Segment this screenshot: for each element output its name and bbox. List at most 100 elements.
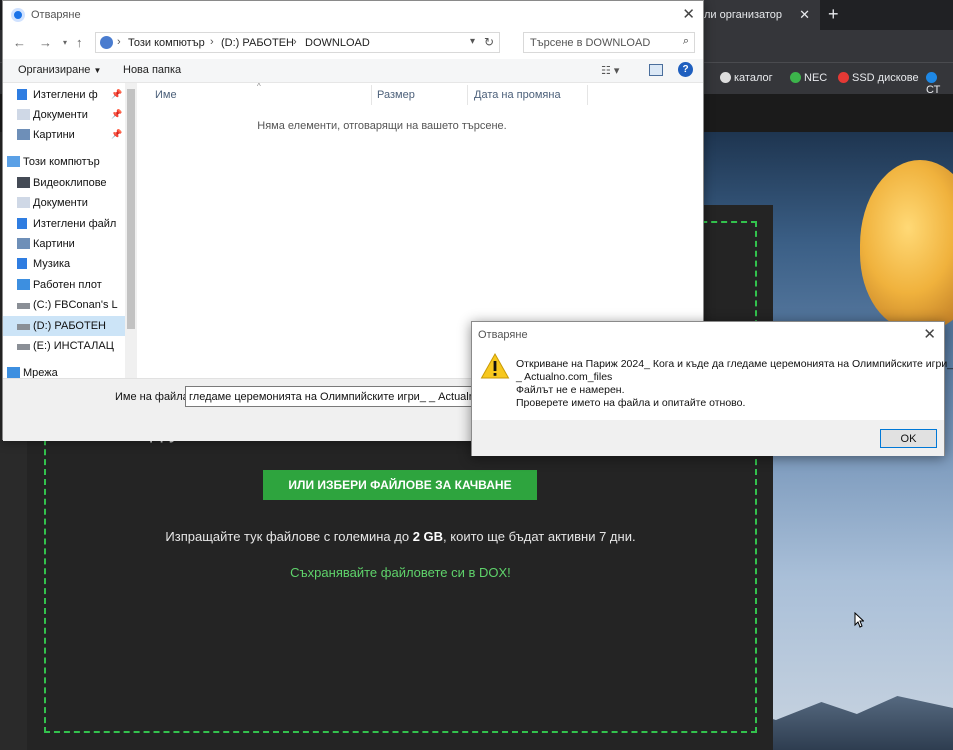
download-icon xyxy=(17,89,27,100)
computer-icon xyxy=(7,156,20,167)
document-icon xyxy=(17,109,30,120)
nav-item-label: (C:) FBConan's L xyxy=(33,299,118,311)
drive-icon xyxy=(17,324,30,330)
nav-item[interactable]: Музика xyxy=(3,254,125,274)
globe-icon xyxy=(720,72,731,83)
back-arrow-icon[interactable]: ← xyxy=(13,35,26,50)
bookmark-ssd[interactable]: SSD дискове xyxy=(838,72,919,84)
nav-item-label: (D:) РАБОТЕН xyxy=(33,320,106,332)
error-dialog-title: Отваряне xyxy=(478,329,528,341)
column-date-modified[interactable]: Дата на промяна xyxy=(474,89,561,101)
command-bar: Организиране ▼ Нова папка ☷ ▾ ? xyxy=(3,59,703,83)
address-bar[interactable]: › Този компютър › (D:) РАБОТЕН › DOWNLOA… xyxy=(95,32,500,53)
chevron-right-icon: › xyxy=(210,36,214,48)
breadcrumb-this-pc[interactable]: Този компютър xyxy=(128,37,205,49)
bookmark-icon xyxy=(926,72,937,83)
mouse-cursor-icon xyxy=(854,612,864,628)
error-dialog-footer: OK xyxy=(472,420,944,456)
nav-item-label: Работен плот xyxy=(33,279,102,291)
drive-icon xyxy=(17,344,30,350)
scrollbar[interactable] xyxy=(125,83,137,378)
preview-pane-icon[interactable] xyxy=(649,64,663,76)
empty-message: Няма елементи, отговарящи на вашето търс… xyxy=(257,120,507,132)
nec-icon xyxy=(790,72,801,83)
dox-link[interactable]: Съхранявайте файловете си в DOX! xyxy=(44,565,757,580)
organize-button[interactable]: Организиране ▼ xyxy=(18,64,101,76)
close-icon[interactable]: ✕ xyxy=(923,325,936,343)
search-icon[interactable]: ⌕ xyxy=(683,35,689,48)
column-size[interactable]: Размер xyxy=(377,89,415,101)
breadcrumb-download[interactable]: DOWNLOAD xyxy=(305,37,370,49)
bookmark-nec[interactable]: NEC xyxy=(790,72,827,84)
bookmark-st[interactable]: СТ xyxy=(926,72,953,96)
nav-item[interactable]: Мрежа xyxy=(3,363,125,378)
choose-files-button[interactable]: ИЛИ ИЗБЕРИ ФАЙЛОВЕ ЗА КАЧВАНЕ xyxy=(263,470,537,500)
error-message-line-3: Файлът не е намерен. xyxy=(516,384,625,396)
error-dialog: Отваряне ✕ Откриване на Париж 2024_ Кога… xyxy=(471,321,953,456)
search-input[interactable] xyxy=(524,33,674,52)
pictures-icon xyxy=(17,238,30,249)
nav-item[interactable]: Картини 📌 xyxy=(3,125,125,145)
error-message-line-4: Проверете името на файла и опитайте отно… xyxy=(516,397,746,409)
pin-icon[interactable]: 📌 xyxy=(111,89,122,100)
nav-item[interactable]: Изтеглени ф 📌 xyxy=(3,85,125,105)
refresh-icon[interactable]: ↻ xyxy=(484,35,494,49)
nav-item-label: Видеоклипове xyxy=(33,177,107,189)
nav-item-label: Документи xyxy=(33,197,88,209)
new-tab-icon[interactable]: + xyxy=(828,4,839,25)
bookmark-catalog[interactable]: каталог xyxy=(720,72,773,84)
nav-item-label: Този компютър xyxy=(23,156,100,168)
browser-tab[interactable]: ли организатор ✕ xyxy=(690,0,820,30)
nav-item[interactable]: Изтеглени файл xyxy=(3,214,125,234)
video-icon xyxy=(17,177,30,188)
column-name[interactable]: Име xyxy=(155,89,177,101)
scrollbar-thumb[interactable] xyxy=(127,89,135,329)
close-icon[interactable]: ✕ xyxy=(682,5,695,23)
navigation-row: ← → ▾ ↑ › Този компютър › (D:) РАБОТЕН ›… xyxy=(3,29,703,57)
breadcrumb-drive-d[interactable]: (D:) РАБОТЕН xyxy=(221,37,294,49)
network-icon xyxy=(7,367,20,378)
nav-item[interactable]: Работен плот xyxy=(3,275,125,295)
browser-tab-title: ли организатор xyxy=(704,9,783,21)
nav-item-label: Картини xyxy=(33,129,75,141)
nav-item[interactable]: Документи 📌 xyxy=(3,105,125,125)
pin-icon[interactable]: 📌 xyxy=(111,109,122,120)
chevron-down-icon: ▼ xyxy=(93,66,102,75)
close-icon[interactable]: ✕ xyxy=(799,7,810,23)
up-arrow-icon[interactable]: ↑ xyxy=(76,35,83,50)
nav-item[interactable]: Документи xyxy=(3,193,125,213)
help-icon[interactable]: ? xyxy=(678,62,693,77)
new-folder-button[interactable]: Нова папка xyxy=(123,64,181,76)
error-message-line-2: _ Actualno.com_files xyxy=(516,371,613,383)
download-icon xyxy=(17,218,27,229)
forward-arrow-icon[interactable]: → xyxy=(39,35,52,50)
desktop-icon xyxy=(17,279,30,290)
column-divider[interactable] xyxy=(371,85,372,105)
ok-button[interactable]: OK xyxy=(880,429,937,448)
nav-item[interactable]: (C:) FBConan's L xyxy=(3,295,125,315)
nav-item[interactable]: Този компютър xyxy=(3,152,125,172)
chrome-icon xyxy=(11,8,25,22)
nav-item[interactable]: (D:) РАБОТЕН xyxy=(3,316,125,336)
pictures-icon xyxy=(17,129,30,140)
view-options-icon[interactable]: ☷ ▾ xyxy=(601,64,619,77)
music-icon xyxy=(17,258,27,269)
nav-item[interactable]: (E:) ИНСТАЛАЦ xyxy=(3,336,125,356)
nav-item[interactable]: Видеоклипове xyxy=(3,173,125,193)
column-divider[interactable] xyxy=(587,85,588,105)
column-divider[interactable] xyxy=(467,85,468,105)
chevron-down-icon[interactable]: ▾ xyxy=(470,36,475,47)
ssd-icon xyxy=(838,72,849,83)
nav-item-label: Документи xyxy=(33,109,88,121)
filename-label: Име на файла: xyxy=(115,391,192,403)
search-box[interactable]: ⌕ xyxy=(523,32,695,53)
nav-item[interactable]: Картини xyxy=(3,234,125,254)
recent-locations-icon[interactable]: ▾ xyxy=(63,38,67,47)
upload-info: Изпращайте тук файлове с големина до 2 G… xyxy=(165,529,636,544)
nav-item-label: (E:) ИНСТАЛАЦ xyxy=(33,340,114,352)
pin-icon[interactable]: 📌 xyxy=(111,129,122,140)
location-icon xyxy=(100,36,113,49)
nav-item-label: Музика xyxy=(33,258,71,270)
drive-icon xyxy=(17,303,30,309)
filename-input[interactable] xyxy=(185,386,475,407)
